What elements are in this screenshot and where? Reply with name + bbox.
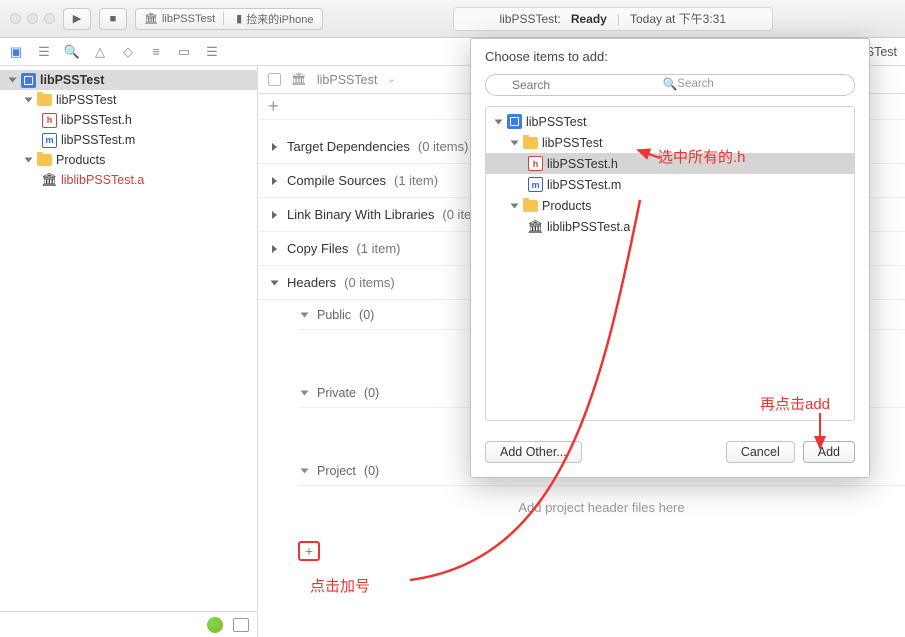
debug-navigator-icon[interactable]: ≡	[148, 44, 164, 60]
sheet-lib-row[interactable]: 🏛 liblibPSSTest.a	[486, 216, 854, 237]
sheet-folder-label: libPSSTest	[542, 136, 602, 150]
header-file-icon: h	[42, 113, 57, 128]
add-other-button[interactable]: Add Other...	[485, 441, 582, 463]
product-lib-label: liblibPSSTest.a	[61, 173, 144, 187]
impl-file-icon: m	[528, 177, 543, 192]
file-m-row[interactable]: m libPSSTest.m	[0, 130, 257, 150]
device-icon: ▮	[236, 12, 242, 25]
status-ready: Ready	[571, 12, 607, 26]
project-icon	[507, 114, 522, 129]
zoom-window-icon[interactable]	[44, 13, 55, 24]
caret-icon: ⌄	[387, 74, 395, 85]
headers-private-count: (0)	[364, 386, 379, 400]
scheme-device-label: 捡来的iPhone	[246, 11, 313, 27]
status-target: libPSSTest:	[499, 12, 560, 26]
sheet-file-h-row[interactable]: h libPSSTest.h	[486, 153, 854, 174]
sheet-lib-label: liblibPSSTest.a	[547, 220, 630, 234]
headers-project-label: Project	[317, 464, 356, 478]
activity-indicator-icon[interactable]	[207, 617, 223, 633]
group-products-row[interactable]: Products	[0, 150, 257, 170]
status-time: Today at 下午3:31	[630, 10, 726, 27]
scheme-target-label: libPSSTest	[162, 13, 215, 25]
breakpoint-navigator-icon[interactable]: ▭	[176, 44, 192, 60]
symbol-navigator-icon[interactable]: ☰	[36, 44, 52, 60]
headers-project-placeholder: Add project header files here	[298, 486, 905, 535]
sheet-search[interactable]: 🔍 Search	[485, 74, 855, 96]
project-icon	[21, 73, 36, 88]
file-m-label: libPSSTest.m	[61, 133, 135, 147]
sheet-file-tree[interactable]: libPSSTest libPSSTest h libPSSTest.h m l…	[485, 106, 855, 421]
sheet-file-m-label: libPSSTest.m	[547, 178, 621, 192]
phase-compile-count: (1 item)	[394, 173, 438, 188]
close-window-icon[interactable]	[10, 13, 21, 24]
activity-status: libPSSTest: Ready | Today at 下午3:31	[331, 7, 896, 31]
library-icon: 🏛	[528, 219, 543, 234]
sheet-products-row[interactable]: Products	[486, 195, 854, 216]
issue-navigator-icon[interactable]: △	[92, 44, 108, 60]
phase-headers-label: Headers	[287, 275, 336, 290]
cancel-button[interactable]: Cancel	[726, 441, 795, 463]
folder-icon	[37, 94, 52, 106]
sheet-file-m-row[interactable]: m libPSSTest.m	[486, 174, 854, 195]
phase-compile-label: Compile Sources	[287, 173, 386, 188]
sheet-products-label: Products	[542, 199, 591, 213]
library-icon: 🏛	[144, 12, 158, 25]
sheet-root-row[interactable]: libPSSTest	[486, 111, 854, 132]
target-list-icon[interactable]	[268, 73, 281, 86]
sheet-footer: Add Other... Cancel Add	[471, 431, 869, 477]
library-icon: 🏛	[42, 173, 57, 188]
file-h-row[interactable]: h libPSSTest.h	[0, 110, 257, 130]
product-lib-row[interactable]: 🏛 liblibPSSTest.a	[0, 170, 257, 190]
window-titlebar: ▶ ■ 🏛 libPSSTest ▮ 捡来的iPhone libPSSTest: R…	[0, 0, 905, 38]
project-navigator-icon[interactable]: ▣	[8, 44, 24, 60]
search-placeholder-overlay: Search	[677, 78, 713, 90]
stop-button[interactable]: ■	[99, 8, 127, 30]
run-button[interactable]: ▶	[63, 8, 91, 30]
folder-icon	[523, 137, 538, 149]
headers-public-label: Public	[317, 308, 351, 322]
headers-project-count: (0)	[364, 464, 379, 478]
phase-headers-count: (0 items)	[344, 275, 395, 290]
phase-deps-label: Target Dependencies	[287, 139, 410, 154]
report-navigator-icon[interactable]: ☰	[204, 44, 220, 60]
impl-file-icon: m	[42, 133, 57, 148]
expand-icon[interactable]	[233, 618, 249, 632]
group-main-row[interactable]: libPSSTest	[0, 90, 257, 110]
add-button[interactable]: Add	[803, 441, 855, 463]
header-file-icon: h	[528, 156, 543, 171]
project-navigator: libPSSTest libPSSTest h libPSSTest.h m l…	[0, 66, 258, 637]
search-icon: 🔍	[663, 77, 678, 91]
scheme-selector[interactable]: 🏛 libPSSTest ▮ 捡来的iPhone	[135, 8, 323, 30]
navigator-bottom-bar	[0, 611, 257, 637]
group-products-label: Products	[56, 153, 105, 167]
project-root-label: libPSSTest	[40, 73, 104, 87]
minimize-window-icon[interactable]	[27, 13, 38, 24]
find-navigator-icon[interactable]: 🔍	[64, 44, 80, 60]
phase-copy-label: Copy Files	[287, 241, 348, 256]
headers-private-label: Private	[317, 386, 356, 400]
folder-icon	[37, 154, 52, 166]
phase-link-label: Link Binary With Libraries	[287, 207, 434, 222]
target-name-label: libPSSTest	[317, 73, 377, 87]
target-lib-icon: 🏛	[291, 72, 307, 87]
sheet-title: Choose items to add:	[471, 39, 869, 70]
phase-copy-count: (1 item)	[356, 241, 400, 256]
choose-items-sheet: Choose items to add: 🔍 Search libPSSTest…	[470, 38, 870, 478]
project-root-row[interactable]: libPSSTest	[0, 70, 257, 90]
window-traffic-lights[interactable]	[10, 13, 55, 24]
file-h-label: libPSSTest.h	[61, 113, 132, 127]
phase-deps-count: (0 items)	[418, 139, 469, 154]
headers-public-count: (0)	[359, 308, 374, 322]
test-navigator-icon[interactable]: ◇	[120, 44, 136, 60]
sheet-folder-row[interactable]: libPSSTest	[486, 132, 854, 153]
group-main-label: libPSSTest	[56, 93, 116, 107]
sheet-root-label: libPSSTest	[526, 115, 586, 129]
sheet-file-h-label: libPSSTest.h	[547, 157, 618, 171]
folder-icon	[523, 200, 538, 212]
add-header-button[interactable]: +	[298, 541, 320, 561]
